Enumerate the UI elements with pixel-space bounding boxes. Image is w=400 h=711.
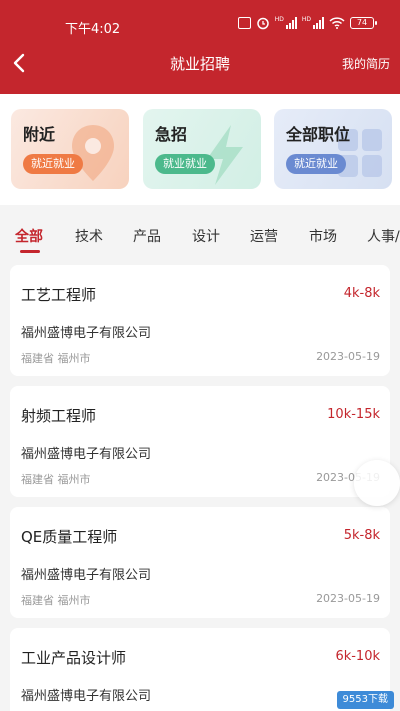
- tab-product[interactable]: 产品: [133, 226, 161, 246]
- job-title: QE质量工程师: [21, 528, 118, 546]
- battery-icon: 74: [350, 17, 377, 29]
- hd-icon: HD: [274, 16, 284, 23]
- quick-entry-tag: 就近就业: [286, 154, 346, 174]
- watermark-logo: 9553下载: [336, 691, 394, 709]
- job-salary: 10k-15k: [327, 407, 380, 422]
- tab-design[interactable]: 设计: [192, 226, 220, 246]
- job-card[interactable]: 射频工程师 10k-15k 福州盛博电子有限公司 福建省 福州市 2023-05…: [10, 386, 390, 497]
- tab-hr[interactable]: 人事/: [367, 226, 400, 246]
- alarm-icon: [256, 16, 270, 30]
- tab-operations[interactable]: 运营: [250, 226, 278, 246]
- job-title: 工艺工程师: [21, 286, 97, 304]
- job-company: 福州盛博电子有限公司: [21, 689, 152, 704]
- quick-entry-title: 全部职位: [286, 125, 351, 144]
- quick-entry-title: 附近: [23, 125, 56, 144]
- hd-icon-2: HD: [301, 16, 311, 23]
- job-card[interactable]: QE质量工程师 5k-8k 福州盛博电子有限公司 福建省 福州市 2023-05…: [10, 507, 390, 618]
- job-date: 2023-05-19: [316, 350, 380, 363]
- tab-tech[interactable]: 技术: [75, 226, 103, 246]
- job-location: 福建省 福州市: [21, 594, 91, 607]
- job-salary: 4k-8k: [343, 286, 380, 301]
- job-location: 福建省 福州市: [21, 352, 91, 365]
- active-tab-indicator: [20, 250, 40, 253]
- job-title: 工业产品设计师: [21, 649, 127, 667]
- quick-entry-title: 急招: [155, 125, 188, 144]
- status-icons: HD HD 74: [237, 16, 377, 30]
- status-bar: 下午4:02 HD HD 74: [0, 0, 400, 50]
- job-date: 2023-05-19: [316, 592, 380, 605]
- status-time: 下午4:02: [65, 22, 121, 37]
- job-company: 福州盛博电子有限公司: [21, 326, 152, 341]
- nfc-icon: [237, 16, 251, 30]
- tab-marketing[interactable]: 市场: [309, 226, 337, 246]
- floating-assistive-button[interactable]: [354, 460, 400, 506]
- tab-all[interactable]: 全部: [15, 226, 43, 246]
- signal-icon: [285, 17, 297, 29]
- quick-entry-tag: 就近就业: [23, 154, 83, 174]
- my-resume-link[interactable]: 我的简历: [342, 55, 390, 72]
- job-company: 福州盛博电子有限公司: [21, 447, 152, 462]
- quick-entry-tag: 就业就业: [155, 154, 215, 174]
- job-card[interactable]: 工业产品设计师 6k-10k 福州盛博电子有限公司: [10, 628, 390, 711]
- job-salary: 5k-8k: [343, 528, 380, 543]
- job-card[interactable]: 工艺工程师 4k-8k 福州盛博电子有限公司 福建省 福州市 2023-05-1…: [10, 265, 390, 376]
- quick-entry-nearby[interactable]: 附近 就近就业: [11, 109, 129, 189]
- quick-entry-all-jobs[interactable]: 全部职位 就近就业: [274, 109, 392, 189]
- wifi-icon: [329, 16, 345, 30]
- job-title: 射频工程师: [21, 407, 97, 425]
- quick-entry-urgent[interactable]: 急招 就业就业: [143, 109, 261, 189]
- signal-icon-2: [313, 17, 324, 29]
- category-tabs: 全部 技术 产品 设计 运营 市场 人事/: [0, 216, 400, 260]
- job-salary: 6k-10k: [335, 649, 380, 664]
- page-title: 就业招聘: [169, 55, 230, 73]
- job-location: 福建省 福州市: [21, 473, 91, 486]
- quick-entry-row: 附近 就近就业 急招 就业就业 全部职位 就近就业: [0, 94, 400, 205]
- app-header: 下午4:02 HD HD 74 就业招聘 我的简历: [0, 0, 400, 94]
- job-company: 福州盛博电子有限公司: [21, 568, 152, 583]
